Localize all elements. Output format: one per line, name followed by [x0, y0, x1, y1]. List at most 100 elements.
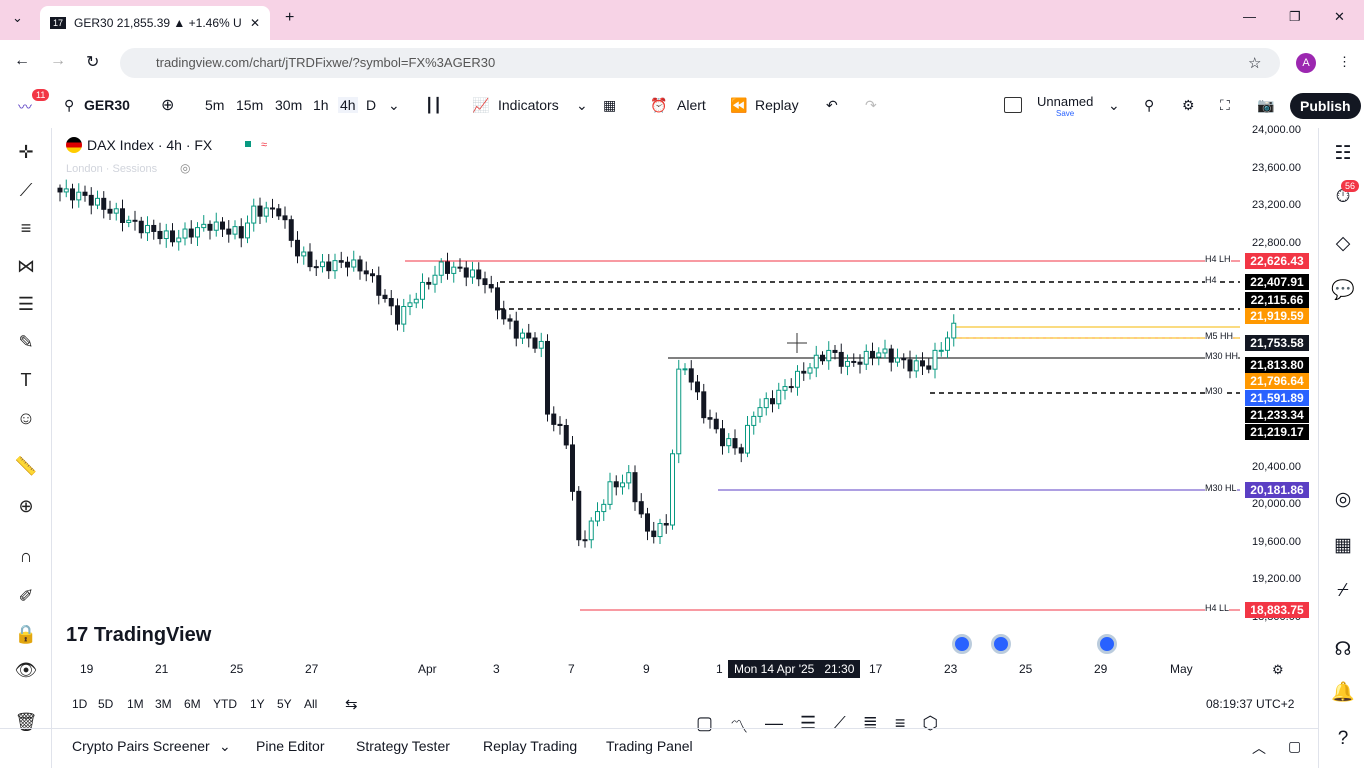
crosshair-time-label: Mon 14 Apr '25 21:30 — [728, 660, 861, 678]
candle-body — [882, 348, 888, 354]
candle-body — [320, 261, 325, 268]
candle-body — [563, 425, 569, 446]
candle-body — [526, 332, 532, 339]
candle-body — [132, 219, 138, 222]
candle-body — [382, 294, 388, 300]
goto-date-icon[interactable]: ⇆ — [345, 695, 358, 713]
candle-body — [88, 194, 94, 206]
tradingview-logo[interactable]: 17 TradingView — [66, 624, 211, 647]
candle-body — [738, 447, 744, 454]
candle-body — [857, 361, 863, 365]
candle-body — [801, 370, 807, 374]
candle-body — [332, 260, 338, 272]
time-tick: Apr — [418, 662, 437, 676]
candle-body — [720, 428, 725, 447]
candle-body — [707, 417, 713, 420]
candle-body — [245, 222, 250, 239]
level-name: M5 HH — [1205, 331, 1234, 341]
range-ytd[interactable]: YTD — [213, 697, 237, 711]
candle-body — [595, 511, 600, 522]
tab-trading-panel[interactable]: Trading Panel — [606, 738, 693, 754]
candle-body — [345, 261, 350, 268]
range-3m[interactable]: 3M — [155, 697, 172, 711]
candle-body — [638, 501, 644, 515]
candle-body — [238, 226, 244, 239]
candle-body — [713, 418, 719, 430]
price-tick: 19,200.00 — [1252, 573, 1301, 585]
candle-body — [920, 360, 925, 367]
screener-dropdown-icon[interactable]: ⌄ — [219, 738, 231, 755]
level-name: M30 — [1205, 386, 1223, 396]
candle-body — [57, 187, 63, 193]
tab-replay-trading[interactable]: Replay Trading — [483, 738, 577, 754]
range-1y[interactable]: 1Y — [250, 697, 265, 711]
candle-body — [557, 423, 563, 427]
candle-body — [763, 398, 769, 409]
candle-body — [176, 237, 182, 243]
event-marker-icon[interactable] — [952, 634, 972, 654]
candle-body — [288, 219, 294, 241]
candle-body — [113, 208, 119, 214]
candle-body — [613, 481, 619, 488]
candle-body — [401, 306, 407, 325]
tab-crypto-pairs-screener[interactable]: Crypto Pairs Screener — [72, 738, 210, 754]
collapse-panel-icon[interactable]: ︿ — [1252, 738, 1266, 758]
time-tick: 3 — [493, 662, 500, 676]
candle-body — [776, 389, 782, 405]
range-6m[interactable]: 6M — [184, 697, 201, 711]
candle-body — [951, 322, 957, 339]
candle-body — [745, 424, 750, 454]
candle-body — [163, 230, 169, 240]
range-5y[interactable]: 5Y — [277, 697, 292, 711]
level-name: H4 — [1205, 275, 1217, 285]
range-1m[interactable]: 1M — [127, 697, 144, 711]
tab-strategy-tester[interactable]: Strategy Tester — [356, 738, 450, 754]
candle-body — [876, 352, 882, 358]
range-5d[interactable]: 5D — [98, 697, 113, 711]
tab-pine-editor[interactable]: Pine Editor — [256, 738, 324, 754]
range-all[interactable]: All — [304, 697, 317, 711]
candle-body — [732, 438, 738, 449]
candle-body — [326, 261, 332, 272]
clock: 08:19:37 UTC+2 — [1206, 697, 1295, 711]
candle-body — [932, 349, 938, 370]
level-name: M30 HL — [1205, 483, 1237, 493]
candle-body — [820, 354, 825, 362]
candle-body — [607, 481, 613, 505]
candle-body — [701, 391, 707, 419]
candle-body — [213, 221, 219, 231]
candle-body — [520, 332, 525, 339]
price-tick: 22,800.00 — [1252, 237, 1301, 249]
event-marker-icon[interactable] — [991, 634, 1011, 654]
candle-body — [63, 188, 69, 193]
candle-body — [445, 261, 450, 274]
candle-body — [295, 239, 300, 257]
candle-body — [195, 227, 200, 238]
candle-body — [138, 220, 144, 234]
candle-body — [495, 287, 500, 311]
candle-body — [807, 367, 813, 374]
level-name: M30 HH — [1205, 351, 1239, 361]
candle-body — [545, 340, 550, 415]
candle-body — [576, 490, 582, 541]
candle-body — [370, 273, 375, 277]
candle-body — [582, 539, 588, 542]
candle-body — [282, 215, 288, 221]
candle-body — [851, 360, 857, 363]
candle-body — [413, 298, 419, 304]
price-level-label: 21,753.58 — [1245, 335, 1309, 351]
level-name: H4 LH — [1205, 254, 1231, 264]
axis-settings-icon[interactable]: ⚙ — [1272, 662, 1284, 678]
maximize-panel-icon[interactable]: ▢ — [1288, 738, 1301, 755]
range-1d[interactable]: 1D — [72, 697, 87, 711]
price-chart[interactable] — [0, 0, 1364, 768]
candle-body — [570, 444, 575, 492]
candle-body — [863, 350, 869, 365]
event-marker-icon[interactable] — [1097, 634, 1117, 654]
candle-body — [188, 228, 194, 238]
candle-body — [695, 381, 700, 393]
price-tick: 24,000.00 — [1252, 124, 1301, 136]
candle-body — [207, 223, 213, 231]
candle-body — [432, 274, 438, 285]
candle-body — [538, 340, 544, 349]
